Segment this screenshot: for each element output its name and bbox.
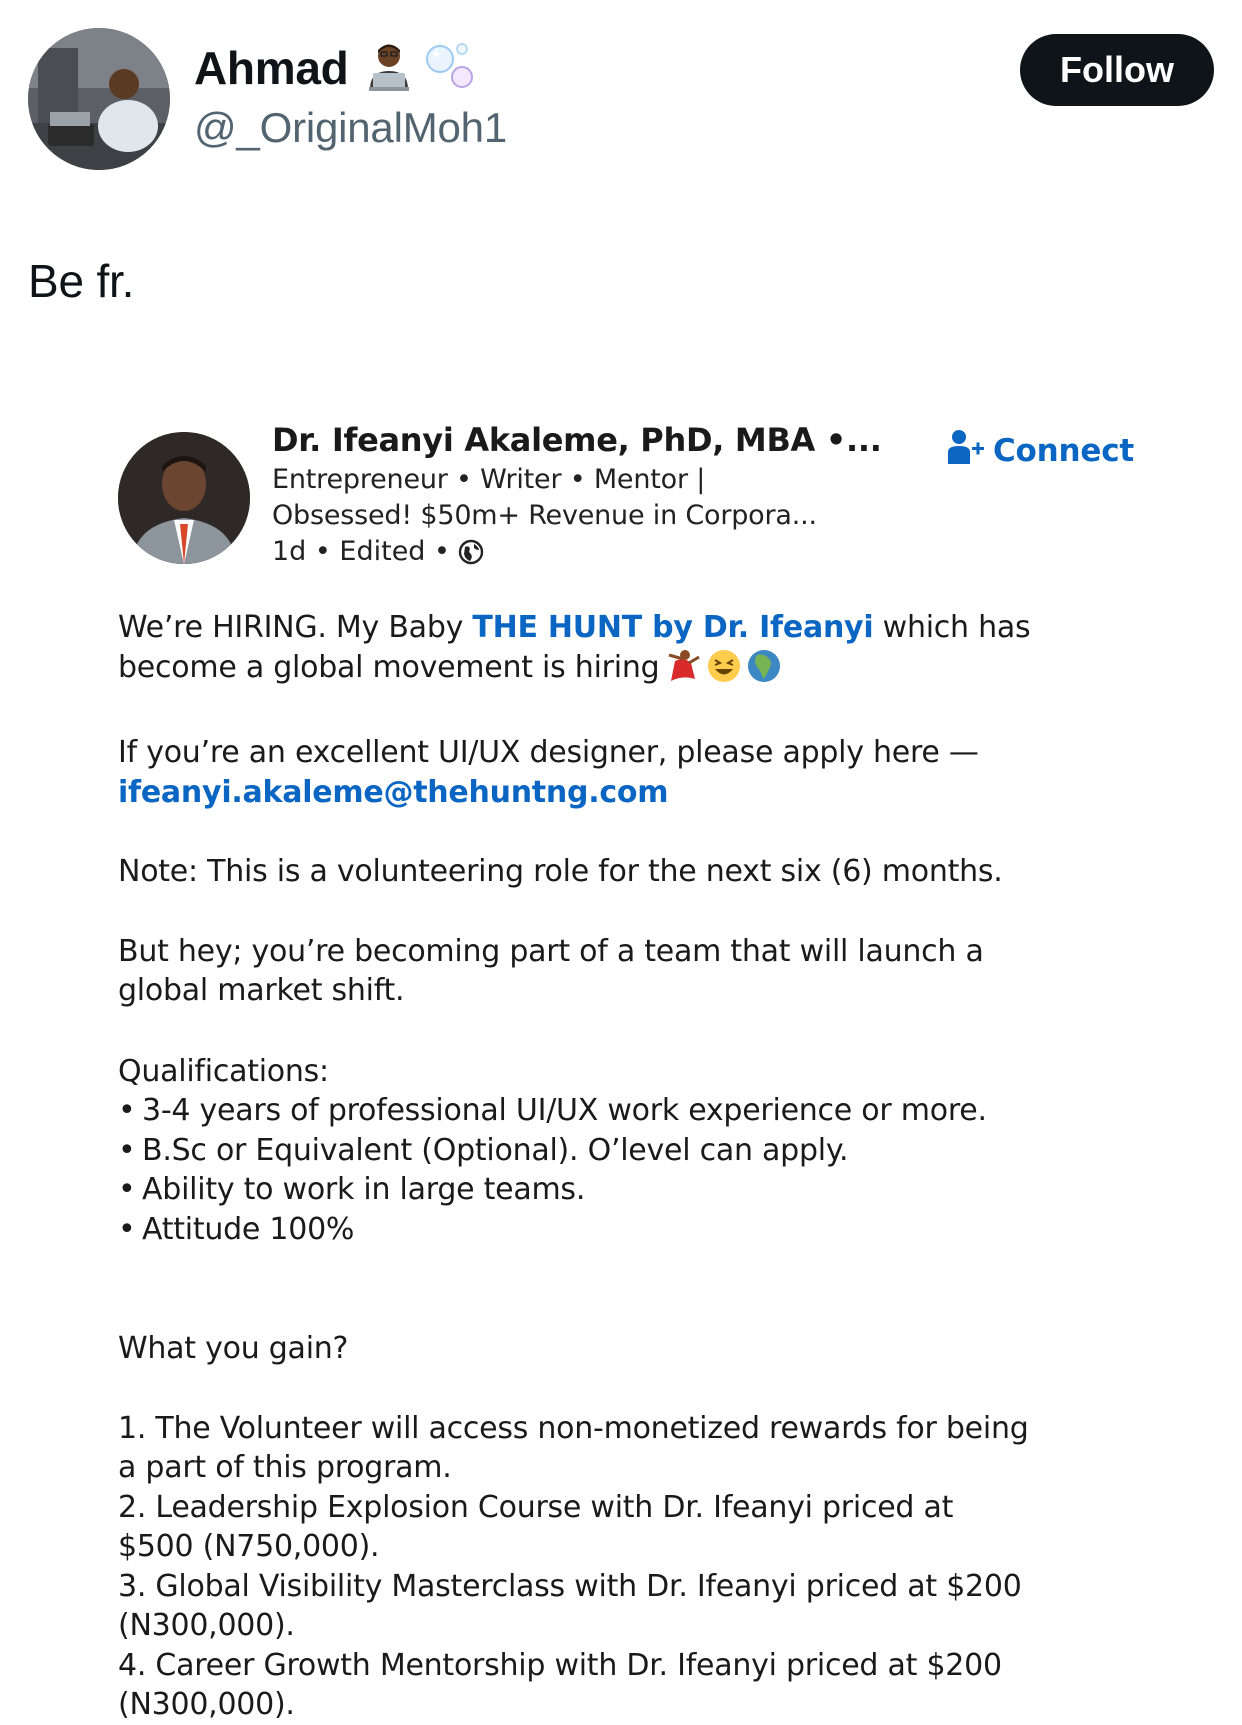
gain-title: What you gain?: [118, 1331, 349, 1366]
handle[interactable]: @_OriginalMoh1: [194, 104, 507, 152]
linkedin-author-avatar: [118, 432, 250, 564]
dancer-icon: [665, 649, 701, 694]
gain-3-line-2: (N300,000).: [118, 1608, 295, 1643]
gain-3-line-1: 3. Global Visibility Masterclass with Dr…: [118, 1568, 1022, 1604]
the-hunt-link: THE HUNT by Dr. Ifeanyi: [472, 610, 874, 645]
list-item: • B.Sc or Equivalent (Optional). O’level …: [118, 1132, 849, 1168]
linkedin-post-body: We’re HIRING. My Baby THE HUNT by Dr. If…: [118, 608, 1148, 1725]
intro-line-2: become a global movement is hiring: [118, 648, 1148, 694]
linkedin-post-header: Dr. Ifeanyi Akaleme, PhD, MBA •... Entre…: [272, 418, 892, 570]
laughing-face-icon: [707, 649, 741, 694]
linkedin-post-meta: 1d • Edited •: [272, 534, 892, 570]
display-name[interactable]: Ahmad: [194, 41, 349, 95]
follow-button[interactable]: Follow: [1020, 34, 1214, 106]
globe-africa-icon: [747, 649, 781, 694]
bubbles-icon: [422, 39, 476, 98]
but-hey-line-2: global market shift.: [118, 973, 405, 1008]
attached-image[interactable]: Dr. Ifeanyi Akaleme, PhD, MBA •... Entre…: [96, 388, 1156, 1722]
intro-line-1: We’re HIRING. My Baby THE HUNT by Dr. If…: [118, 610, 1031, 645]
author-block: Ahmad @_OriginalMoh1: [194, 40, 507, 152]
linkedin-author-name: Dr. Ifeanyi Akaleme, PhD, MBA •...: [272, 421, 882, 459]
technologist-icon: [364, 41, 414, 96]
gain-4-line-1: 4. Career Growth Mentorship with Dr. Ife…: [118, 1647, 1002, 1683]
gain-2-line-2: $500 (N750,000).: [118, 1529, 380, 1564]
gain-1-line-2: a part of this program.: [118, 1450, 452, 1485]
qualifications-title: Qualifications:: [118, 1053, 329, 1089]
apply-line: If you’re an excellent UI/UX designer, p…: [118, 735, 979, 770]
list-item: • Ability to work in large teams.: [118, 1172, 586, 1207]
linkedin-connect: Connect: [947, 428, 1134, 474]
list-item: • 3-4 years of professional UI/UX work ex…: [118, 1093, 987, 1128]
tweet-text: Be fr.: [28, 255, 135, 307]
gain-1-line-1: 1. The Volunteer will access non-monetiz…: [118, 1410, 1029, 1446]
linkedin-headline-1: Entrepreneur • Writer • Mentor |: [272, 464, 706, 495]
linkedin-connect-label: Connect: [992, 433, 1134, 469]
linkedin-headline-2: Obsessed! $50m+ Revenue in Corpora...: [272, 500, 817, 531]
avatar[interactable]: [28, 28, 170, 170]
globe-icon: [458, 539, 484, 565]
add-person-icon: [947, 428, 985, 474]
but-hey-line-1: But hey; you’re becoming part of a team …: [118, 933, 984, 969]
linkedin-meta-text: 1d • Edited •: [272, 536, 450, 567]
email-link: ifeanyi.akaleme@thehuntng.com: [118, 774, 669, 810]
gain-2-line-1: 2. Leadership Explosion Course with Dr. …: [118, 1489, 954, 1525]
list-item: • Attitude 100%: [118, 1211, 355, 1247]
note-line: Note: This is a volunteering role for th…: [118, 854, 1003, 889]
tweet-header: Ahmad @_OriginalMoh1 Follow: [28, 28, 1214, 172]
